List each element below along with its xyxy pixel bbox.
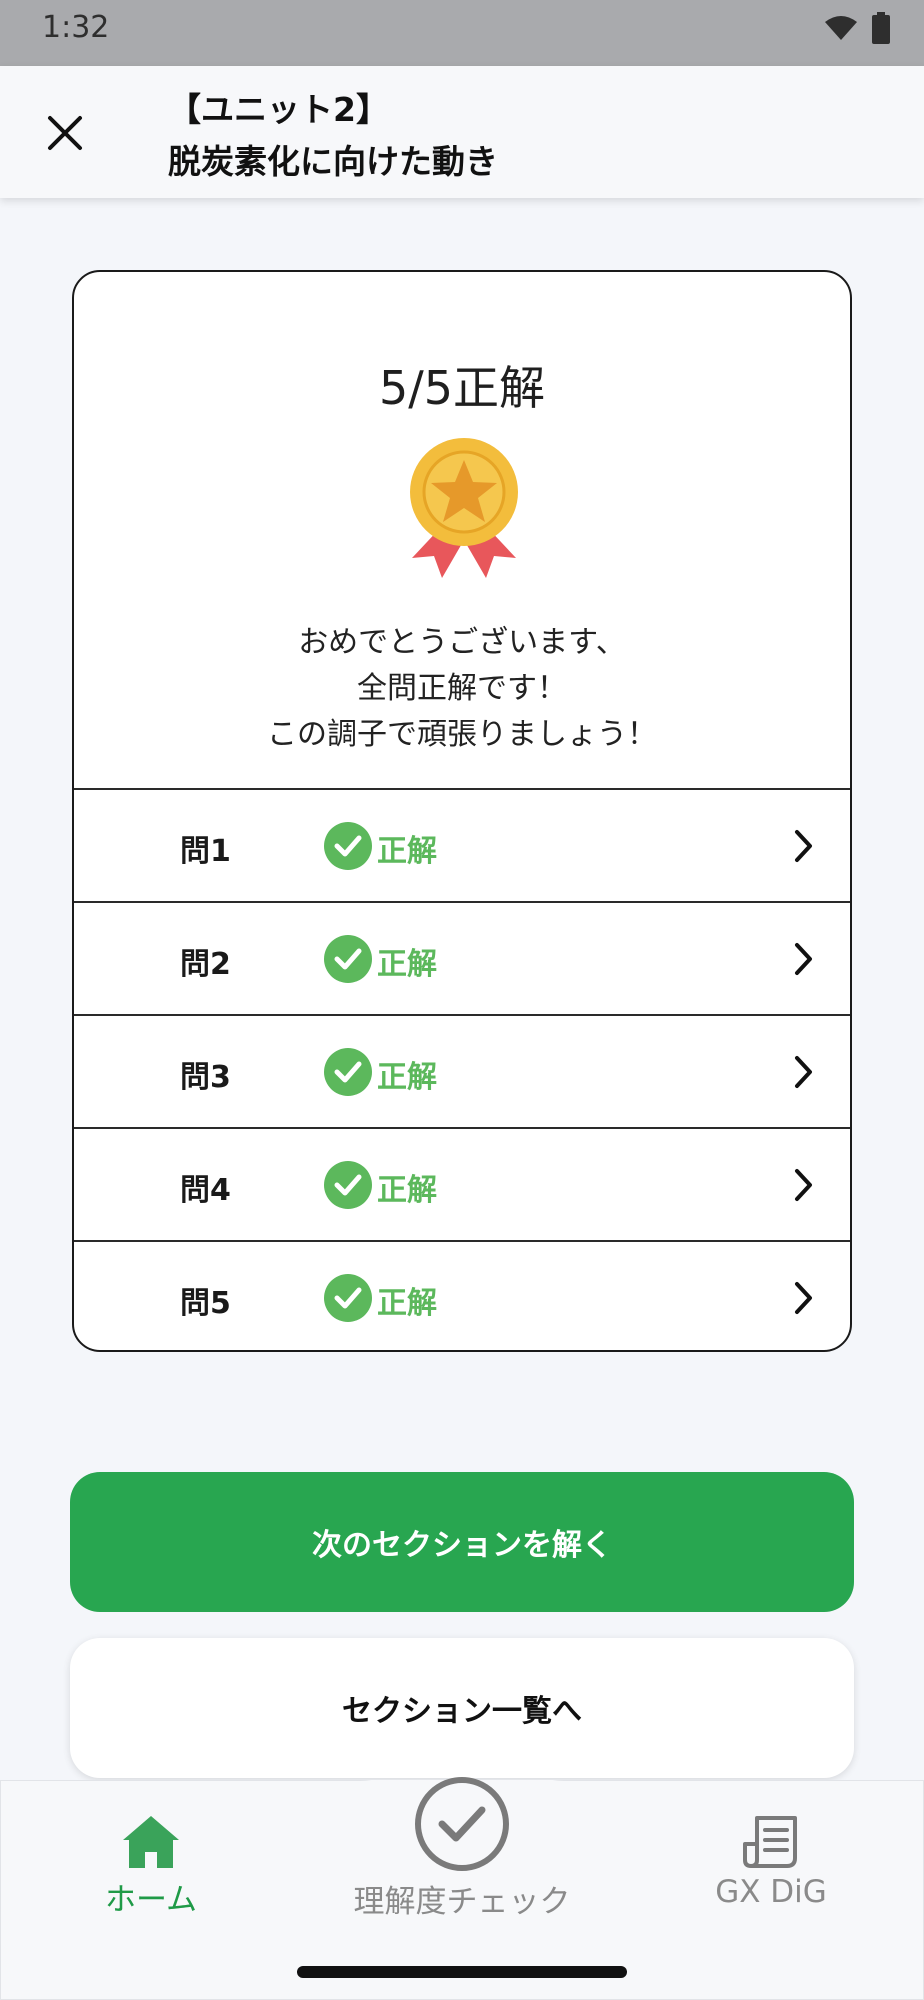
check-icon xyxy=(324,935,372,983)
medal-icon xyxy=(410,438,518,578)
question-row-3[interactable]: 問3 正解 xyxy=(74,1014,850,1127)
question-status: 正解 xyxy=(377,947,437,982)
next-section-button[interactable]: 次のセクションを解く xyxy=(70,1472,854,1612)
check-icon xyxy=(324,1048,372,1096)
check-icon xyxy=(324,822,372,870)
home-icon xyxy=(123,1816,179,1868)
score-text: 5/5正解 xyxy=(378,361,546,415)
status-time: 1:32 xyxy=(42,10,110,45)
chevron-right-icon xyxy=(795,943,812,975)
page-title: 【ユニット2】 脱炭素化に向けた動き xyxy=(168,84,498,188)
status-bar: 1:32 xyxy=(0,0,924,66)
nav-check-label: 理解度チェック xyxy=(353,1884,571,1920)
status-icons xyxy=(824,12,890,44)
congrats-message: おめでとうございます、 全問正解です！ この調子で頑張りましょう！ xyxy=(74,620,850,758)
battery-icon xyxy=(872,12,890,44)
chevron-right-icon xyxy=(795,1282,812,1314)
title-topic: 脱炭素化に向けた動き xyxy=(168,142,498,181)
section-list-button[interactable]: セクション一覧へ xyxy=(70,1638,854,1778)
nav-home-label: ホーム xyxy=(104,1882,198,1918)
question-label: 問4 xyxy=(180,1173,231,1208)
document-icon xyxy=(743,1816,797,1868)
question-row-4[interactable]: 問4 正解 xyxy=(74,1127,850,1240)
check-circle-icon xyxy=(415,1777,509,1871)
check-icon xyxy=(324,1274,372,1322)
app-header: 【ユニット2】 脱炭素化に向けた動き xyxy=(0,66,924,198)
wifi-icon xyxy=(825,16,857,40)
question-list: 問1 正解 問2 正解 問3 正解 問4 正解 問5 正解 xyxy=(74,788,850,1350)
message-line-1: おめでとうございます、 xyxy=(298,625,626,660)
nav-gx-label: GX DiG xyxy=(715,1874,827,1910)
question-label: 問1 xyxy=(180,834,231,869)
nav-check[interactable]: 理解度チェック xyxy=(312,1777,612,1921)
question-status: 正解 xyxy=(377,1060,437,1095)
question-label: 問3 xyxy=(180,1060,231,1095)
chevron-right-icon xyxy=(795,1056,812,1088)
question-label: 問2 xyxy=(180,947,231,982)
question-status: 正解 xyxy=(377,1173,437,1208)
question-status: 正解 xyxy=(377,834,437,869)
question-label: 問5 xyxy=(180,1286,231,1321)
close-button[interactable] xyxy=(36,104,94,162)
title-unit: 【ユニット2】 xyxy=(168,90,389,129)
nav-home[interactable]: ホーム xyxy=(70,1780,232,1919)
question-status: 正解 xyxy=(377,1286,437,1321)
question-row-2[interactable]: 問2 正解 xyxy=(74,901,850,1014)
result-card: 5/5正解 おめでとうございます、 全問正解です！ この調子で頑張りましょう！ … xyxy=(72,270,852,1352)
chevron-right-icon xyxy=(795,1169,812,1201)
message-line-3: この調子で頑張りましょう！ xyxy=(267,717,657,752)
question-row-1[interactable]: 問1 正解 xyxy=(74,788,850,901)
home-indicator[interactable] xyxy=(297,1966,627,1978)
question-row-5[interactable]: 問5 正解 xyxy=(74,1240,850,1350)
check-icon xyxy=(324,1161,372,1209)
message-line-2: 全問正解です！ xyxy=(357,671,567,706)
close-icon xyxy=(48,116,82,150)
nav-gx-dig[interactable]: GX DiG xyxy=(690,1780,852,1910)
chevron-right-icon xyxy=(795,830,812,862)
